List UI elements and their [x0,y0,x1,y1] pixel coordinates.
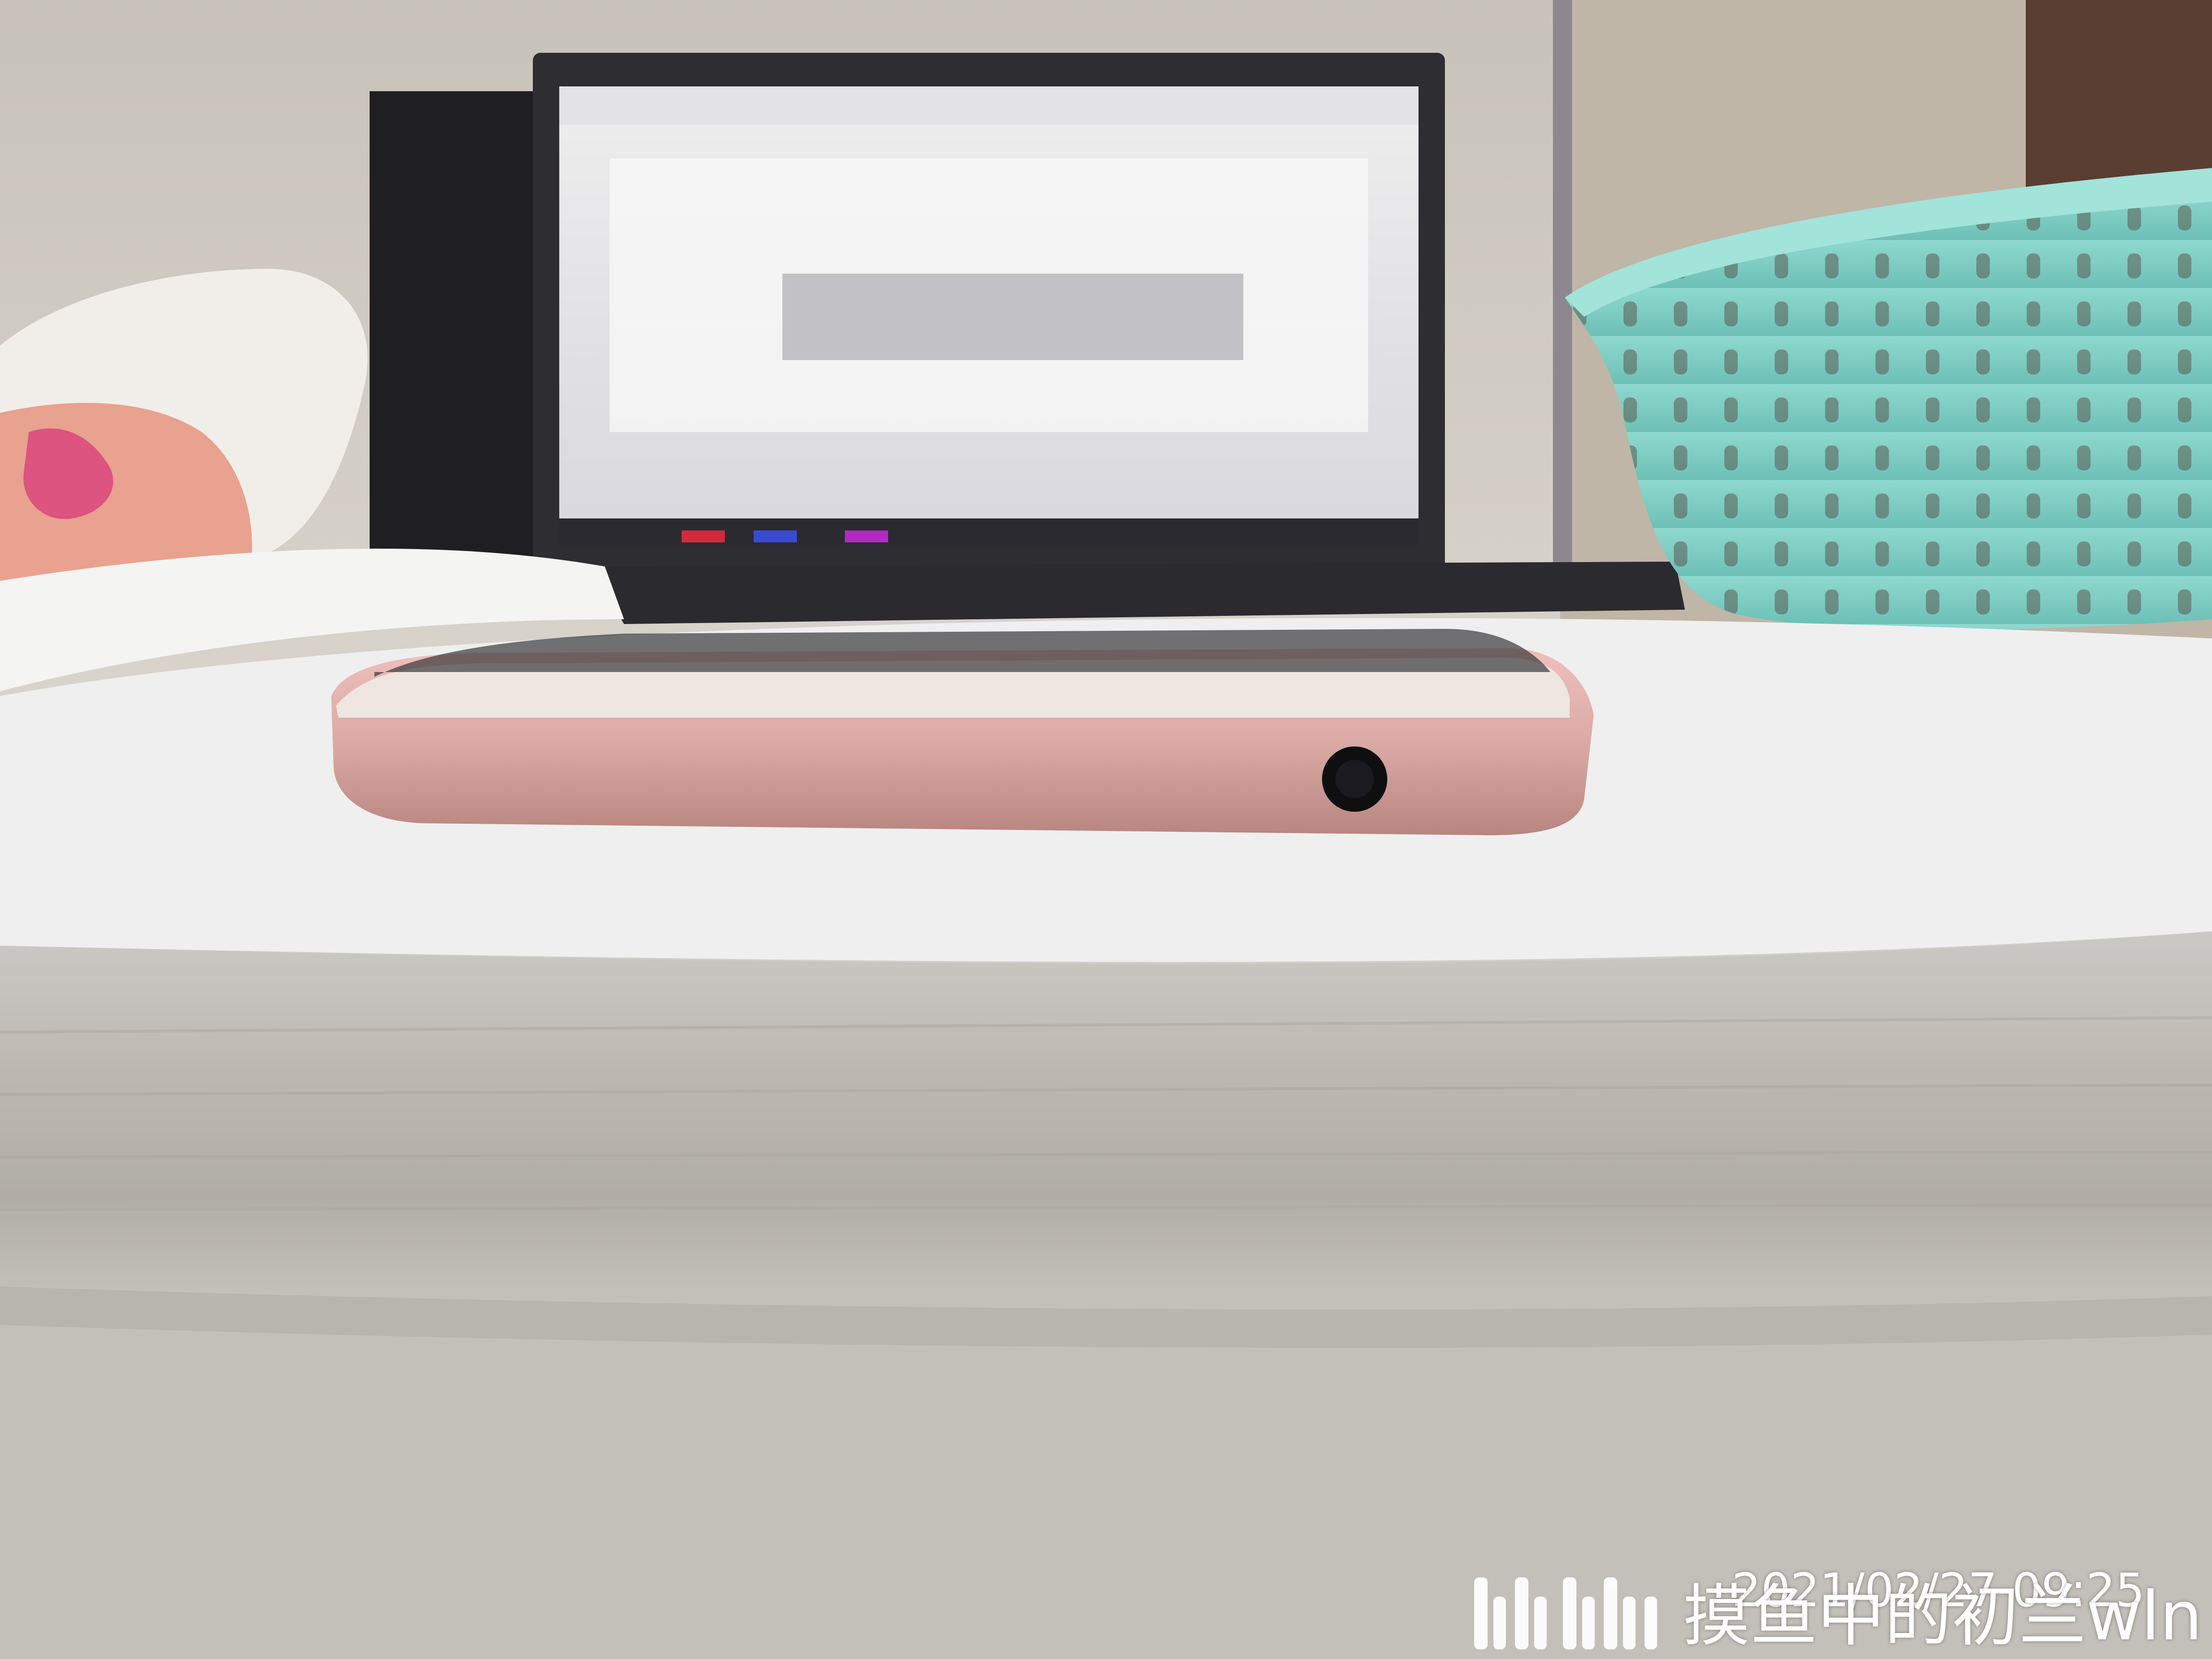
photo-scene [0,0,2212,1659]
watermark: 摸鱼中的初兰wln [1472,1568,2202,1654]
bilibili-logo [1474,1577,1657,1649]
photo: 2021/02/27 09:25 摸鱼中的初兰wln [0,0,2212,1659]
uploader-name: 摸鱼中的初兰wln [1683,1577,2202,1656]
